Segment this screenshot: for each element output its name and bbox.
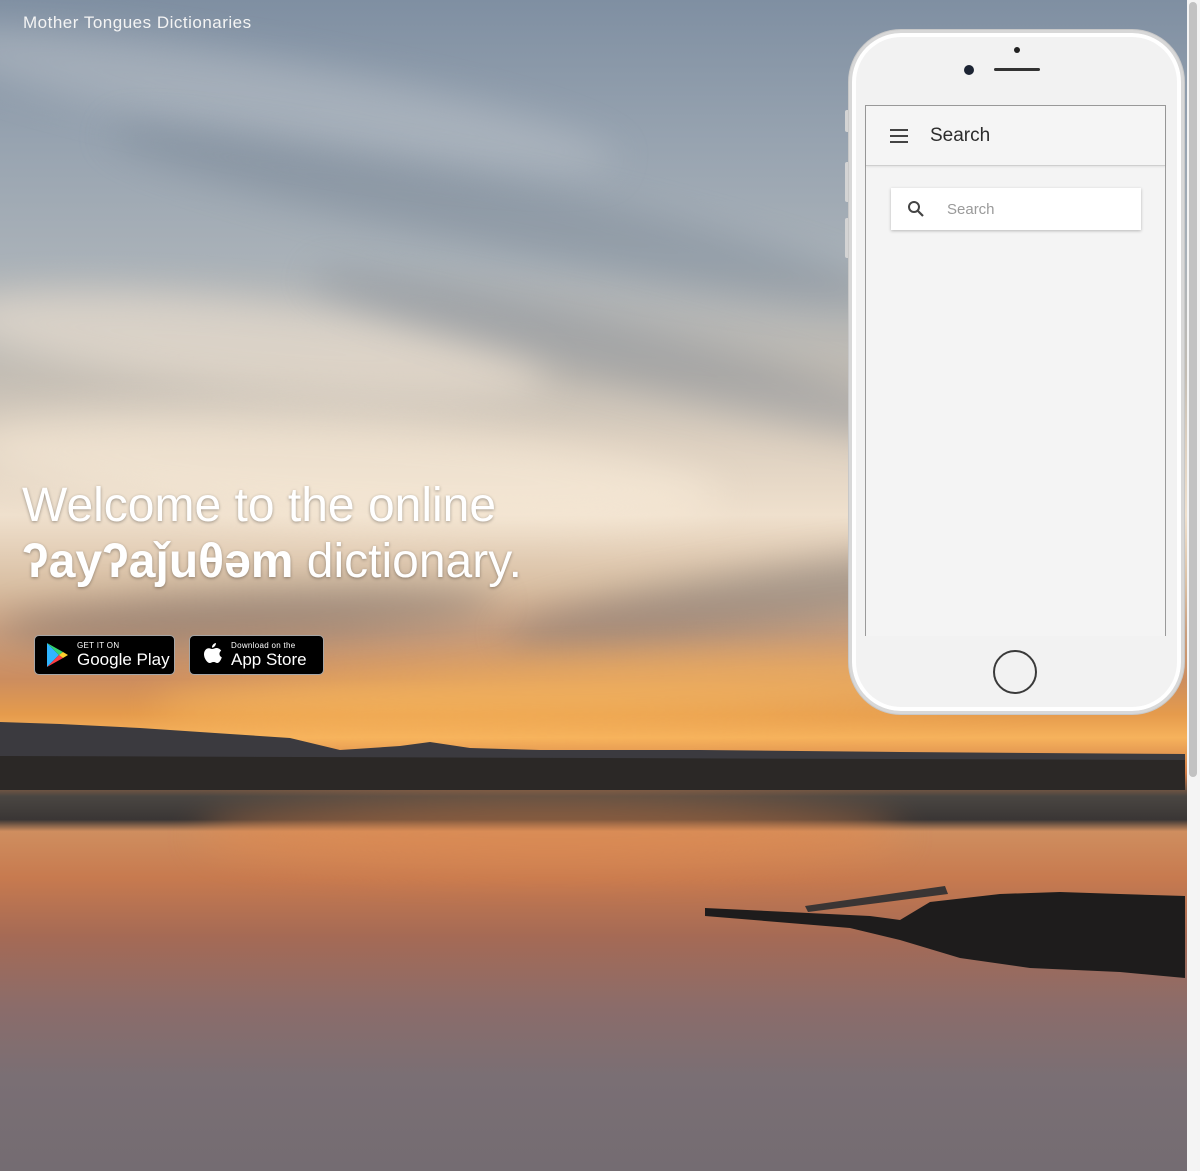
phone-speaker (994, 68, 1040, 71)
dock-silhouette (705, 886, 1185, 978)
phone-camera (964, 65, 974, 75)
phone-sensor (1014, 47, 1020, 53)
shoreline-silhouette (0, 722, 1185, 790)
search-box[interactable] (891, 188, 1141, 230)
app-store-button[interactable]: Download on the App Store (189, 635, 324, 675)
welcome-line-2: ʔayʔaǰuθəm dictionary. (22, 534, 522, 590)
google-play-big-label: Google Play (77, 650, 170, 669)
welcome-line-2-suffix: dictionary. (293, 535, 522, 588)
site-brand[interactable]: Mother Tongues Dictionaries (23, 13, 252, 33)
search-input[interactable] (945, 199, 1129, 219)
search-icon (908, 201, 924, 217)
phone-home-button (993, 650, 1037, 694)
phone-screen: Search (865, 105, 1166, 636)
app-store-small-label: Download on the (231, 641, 296, 650)
google-play-small-label: GET IT ON (77, 641, 120, 650)
scrollbar-thumb[interactable] (1189, 2, 1197, 777)
google-play-logo (47, 643, 68, 667)
page-scrollbar[interactable] (1187, 0, 1200, 1171)
hero-background: Mother Tongues Dictionaries Welcome to t… (0, 0, 1200, 1171)
language-name: ʔayʔaǰuθəm (22, 535, 294, 588)
welcome-line-1: Welcome to the online (22, 479, 497, 532)
app-bar-title: Search (930, 124, 991, 146)
hamburger-menu-icon[interactable] (890, 128, 908, 143)
google-play-button[interactable]: GET IT ON Google Play (34, 635, 175, 675)
app-store-big-label: App Store (231, 650, 307, 669)
apple-logo (204, 643, 222, 663)
app-bar: Search (866, 106, 1165, 166)
welcome-heading: Welcome to the online ʔayʔaǰuθəm diction… (22, 478, 522, 590)
